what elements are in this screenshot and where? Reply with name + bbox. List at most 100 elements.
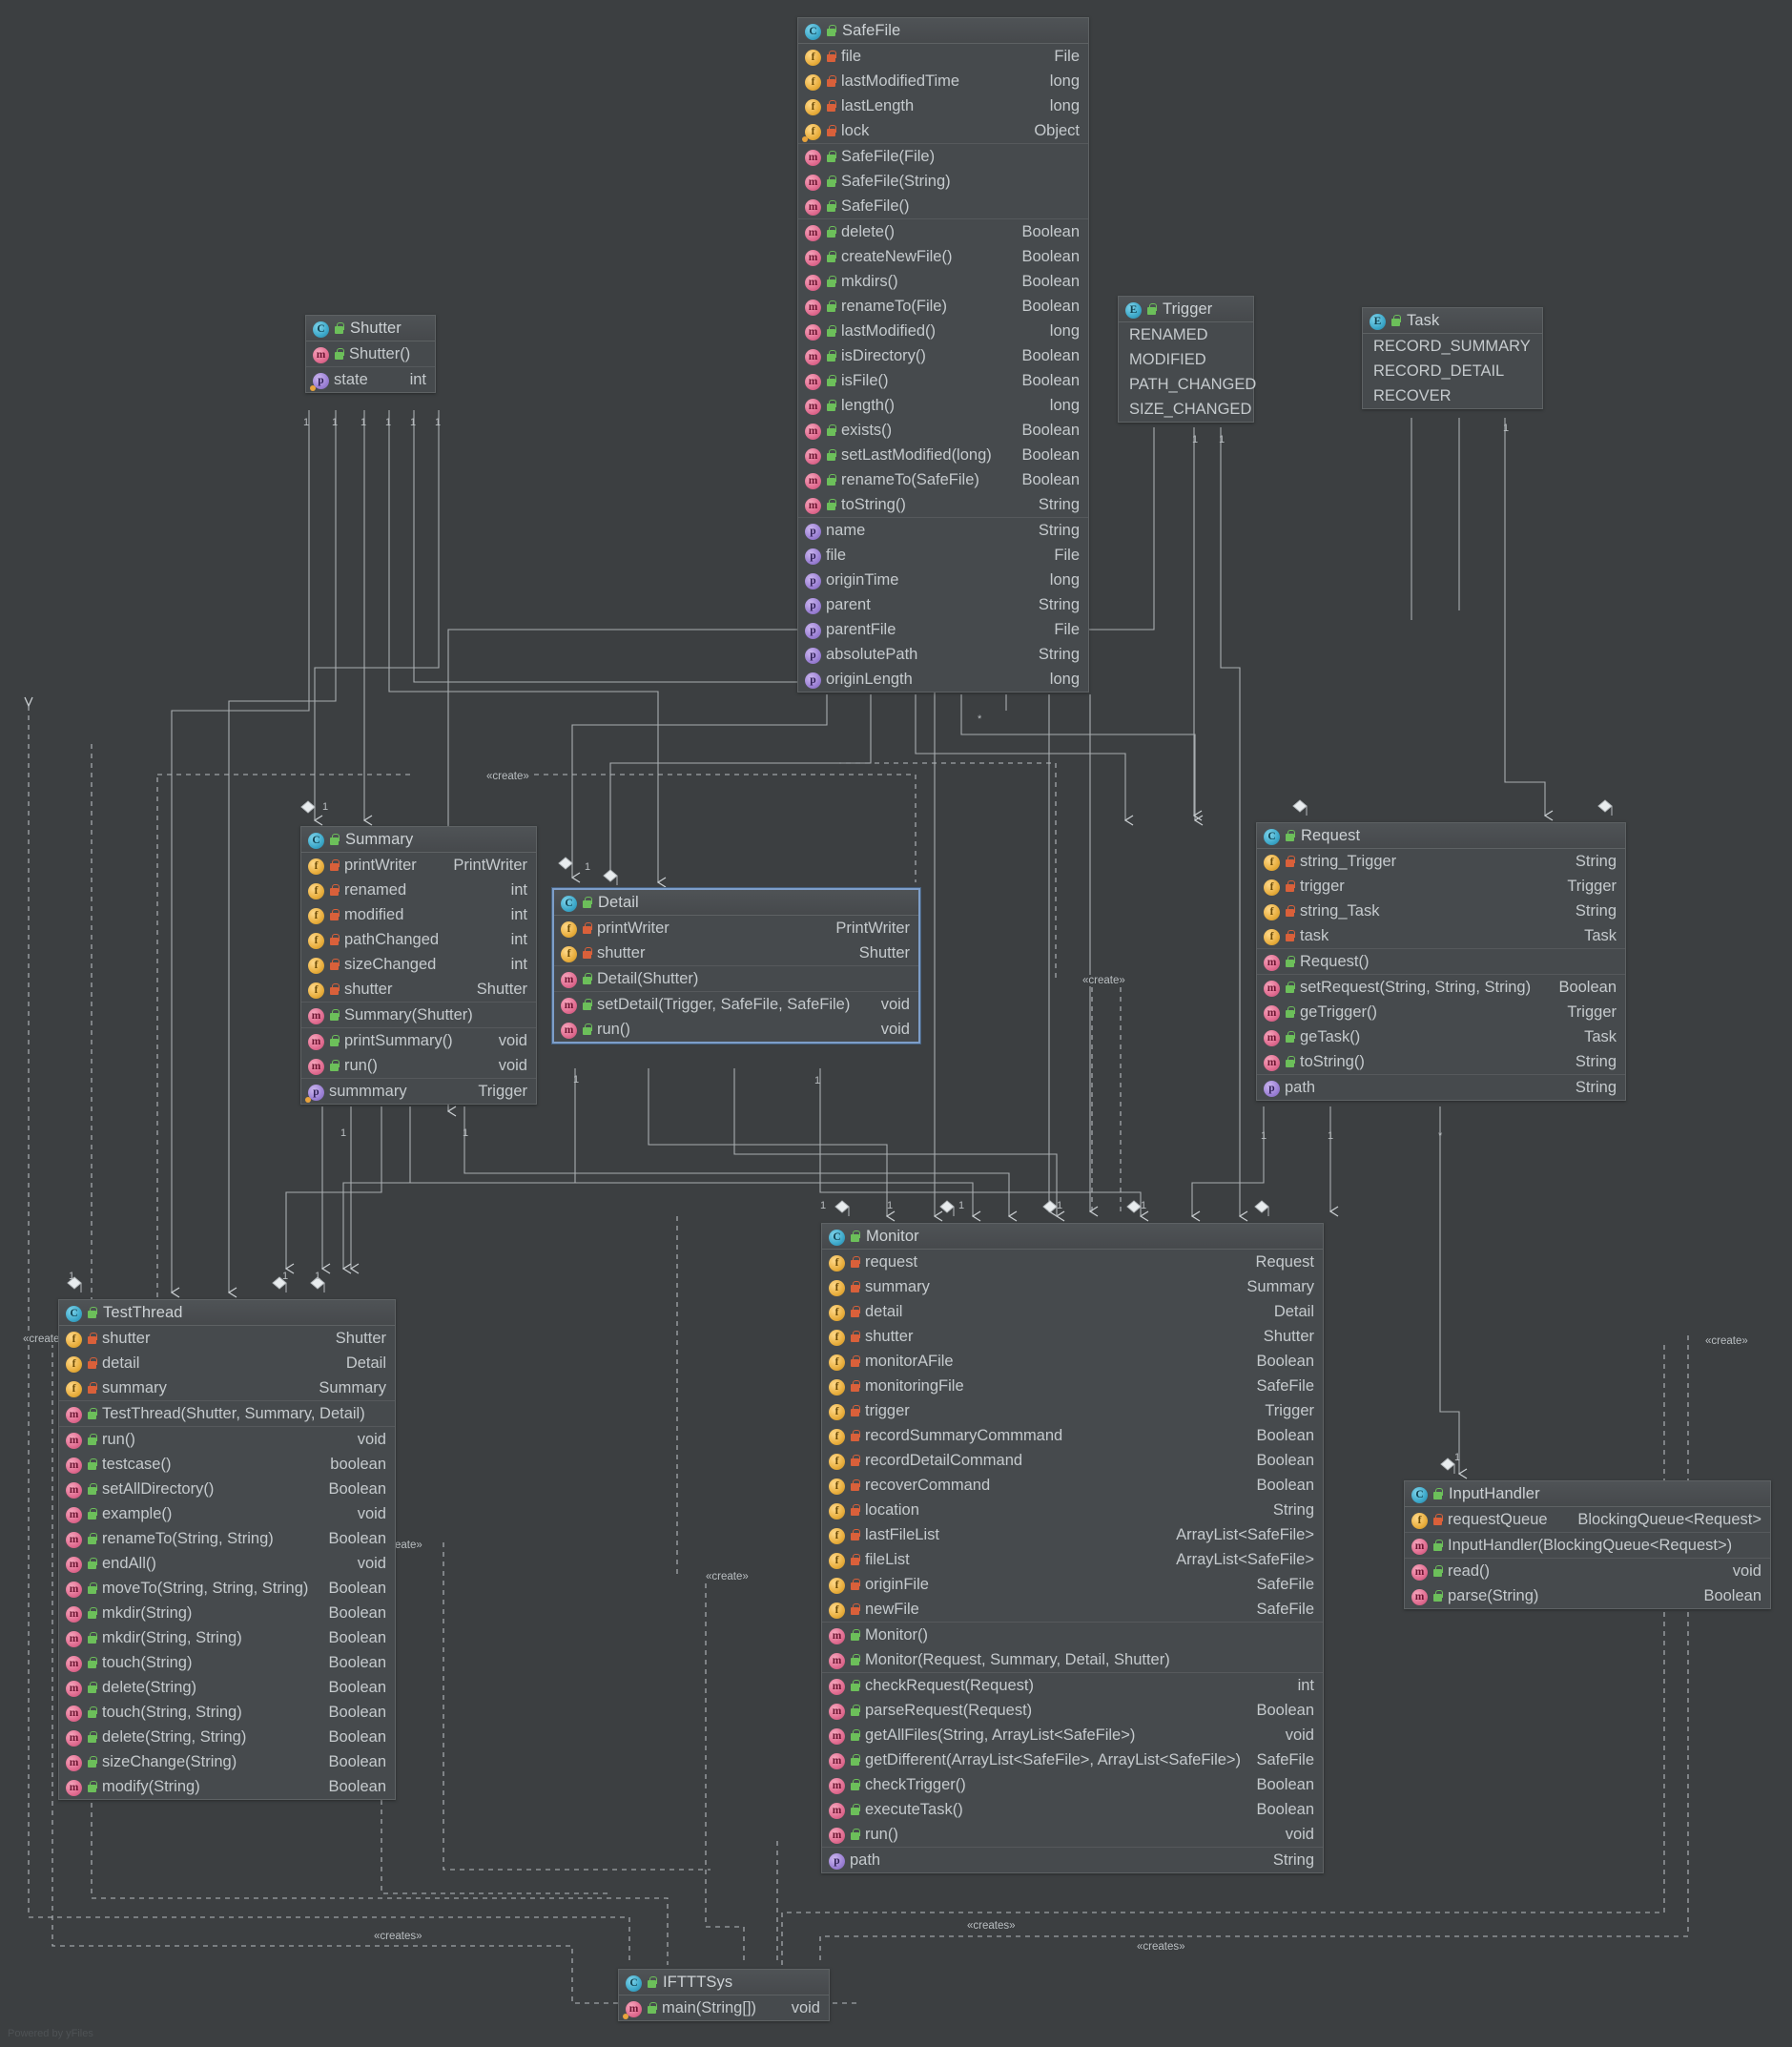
uml-class-header[interactable]: C Detail	[554, 890, 918, 916]
uml-member-row[interactable]: m parseRequest(Request) Boolean	[822, 1698, 1323, 1723]
uml-member-row[interactable]: f lastFileList ArrayList<SafeFile>	[822, 1522, 1323, 1547]
uml-member-row[interactable]: f modified int	[301, 902, 536, 927]
uml-member-row[interactable]: f shutter Shutter	[301, 977, 536, 1002]
uml-class-header[interactable]: C IFTTTSys	[619, 1970, 829, 1995]
uml-member-row[interactable]: p file File	[798, 543, 1088, 568]
uml-member-row[interactable]: m createNewFile() Boolean	[798, 244, 1088, 269]
uml-member-row[interactable]: m getAllFiles(String, ArrayList<SafeFile>…	[822, 1723, 1323, 1747]
uml-member-row[interactable]: m mkdir(String) Boolean	[59, 1601, 395, 1625]
uml-member-row[interactable]: m delete(String) Boolean	[59, 1675, 395, 1700]
uml-member-row[interactable]: m run() void	[554, 1017, 918, 1042]
uml-member-row[interactable]: m geTrigger() Trigger	[1257, 1000, 1625, 1024]
uml-member-row[interactable]: m sizeChange(String) Boolean	[59, 1749, 395, 1774]
uml-member-row[interactable]: m getDifferent(ArrayList<SafeFile>, Array…	[822, 1747, 1323, 1772]
uml-member-row[interactable]: m main(String[]) void	[619, 1995, 829, 2020]
uml-member-row[interactable]: f lastModifiedTime long	[798, 69, 1088, 93]
uml-member-row[interactable]: m setDetail(Trigger, SafeFile, SafeFile) v…	[554, 992, 918, 1017]
uml-member-row[interactable]: p parent String	[798, 592, 1088, 617]
uml-member-row[interactable]: f trigger Trigger	[1257, 874, 1625, 899]
uml-member-row[interactable]: RENAMED	[1119, 322, 1253, 347]
uml-class-safefile[interactable]: C SafeFile f file File f lastModifiedTime long f…	[797, 17, 1089, 693]
uml-member-row[interactable]: RECORD_SUMMARY	[1363, 334, 1542, 359]
uml-member-row[interactable]: p name String	[798, 518, 1088, 543]
uml-diagram-canvas[interactable]: Powered by yFiles C SafeFile f file File f las…	[0, 0, 1792, 2047]
uml-member-row[interactable]: m SafeFile(String)	[798, 169, 1088, 194]
uml-member-row[interactable]: f recordDetailCommand Boolean	[822, 1448, 1323, 1473]
uml-class-shutter[interactable]: C Shutter m Shutter() p state int	[305, 315, 436, 393]
uml-member-row[interactable]: m Detail(Shutter)	[554, 966, 918, 991]
uml-class-header[interactable]: C TestThread	[59, 1300, 395, 1326]
uml-member-row[interactable]: m setAllDirectory() Boolean	[59, 1477, 395, 1501]
uml-member-row[interactable]: m run() void	[301, 1053, 536, 1078]
uml-class-trigger[interactable]: E Trigger RENAMED MODIFIED PATH_CHANGED SIZE_…	[1118, 296, 1256, 423]
uml-member-row[interactable]: f requestQueue BlockingQueue<Request>	[1405, 1507, 1770, 1532]
uml-member-row[interactable]: m endAll() void	[59, 1551, 395, 1576]
uml-member-row[interactable]: f fileList ArrayList<SafeFile>	[822, 1547, 1323, 1572]
uml-member-row[interactable]: SIZE_CHANGED	[1119, 397, 1253, 422]
uml-class-task[interactable]: E Task RECORD_SUMMARY RECORD_DETAIL RECOVER	[1362, 307, 1543, 409]
uml-member-row[interactable]: m Monitor(Request, Summary, Detail, Shutt…	[822, 1647, 1323, 1672]
uml-member-row[interactable]: p summmary Trigger	[301, 1079, 536, 1104]
uml-class-summary[interactable]: C Summary f printWriter PrintWriter f renamed i…	[300, 826, 537, 1105]
uml-member-row[interactable]: p path String	[1257, 1075, 1625, 1100]
uml-member-row[interactable]: p state int	[306, 367, 435, 392]
uml-member-row[interactable]: m exists() Boolean	[798, 418, 1088, 443]
uml-member-row[interactable]: m Monitor()	[822, 1623, 1323, 1647]
uml-member-row[interactable]: f string_Task String	[1257, 899, 1625, 923]
uml-member-row[interactable]: m SafeFile(File)	[798, 144, 1088, 169]
uml-member-row[interactable]: m Summary(Shutter)	[301, 1003, 536, 1027]
uml-member-row[interactable]: p absolutePath String	[798, 642, 1088, 667]
uml-class-header[interactable]: C Shutter	[306, 316, 435, 341]
uml-member-row[interactable]: m mkdir(String, String) Boolean	[59, 1625, 395, 1650]
uml-class-request[interactable]: C Request f string_Trigger String f trigger Tri…	[1256, 822, 1626, 1101]
uml-class-header[interactable]: E Trigger	[1119, 297, 1253, 322]
uml-member-row[interactable]: f renamed int	[301, 878, 536, 902]
uml-member-row[interactable]: f request Request	[822, 1250, 1323, 1274]
uml-member-row[interactable]: m SafeFile()	[798, 194, 1088, 218]
uml-class-testthread[interactable]: C TestThread f shutter Shutter f detail Detail f…	[58, 1299, 396, 1800]
uml-member-row[interactable]: f trigger Trigger	[822, 1398, 1323, 1423]
uml-member-row[interactable]: m geTask() Task	[1257, 1024, 1625, 1049]
uml-member-row[interactable]: m testcase() boolean	[59, 1452, 395, 1477]
uml-member-row[interactable]: f shutter Shutter	[59, 1326, 395, 1351]
uml-member-row[interactable]: f monitoringFile SafeFile	[822, 1374, 1323, 1398]
uml-member-row[interactable]: f detail Detail	[822, 1299, 1323, 1324]
uml-member-row[interactable]: f printWriter PrintWriter	[554, 916, 918, 941]
uml-member-row[interactable]: m mkdirs() Boolean	[798, 269, 1088, 294]
uml-member-row[interactable]: m run() void	[59, 1427, 395, 1452]
uml-member-row[interactable]: m length() long	[798, 393, 1088, 418]
uml-class-header[interactable]: C Request	[1257, 823, 1625, 849]
uml-class-monitor[interactable]: C Monitor f request Request f summary Summary f d…	[821, 1223, 1324, 1873]
uml-member-row[interactable]: m lastModified() long	[798, 319, 1088, 343]
uml-member-row[interactable]: m isFile() Boolean	[798, 368, 1088, 393]
uml-member-row[interactable]: m executeTask() Boolean	[822, 1797, 1323, 1822]
uml-class-header[interactable]: C Monitor	[822, 1224, 1323, 1250]
uml-member-row[interactable]: m printSummary() void	[301, 1028, 536, 1053]
uml-member-row[interactable]: PATH_CHANGED	[1119, 372, 1256, 397]
uml-member-row[interactable]: f lock Object	[798, 118, 1088, 143]
uml-member-row[interactable]: m setRequest(String, String, String) Boole…	[1257, 975, 1625, 1000]
uml-member-row[interactable]: f summary Summary	[822, 1274, 1323, 1299]
uml-member-row[interactable]: MODIFIED	[1119, 347, 1253, 372]
uml-member-row[interactable]: p parentFile File	[798, 617, 1088, 642]
uml-member-row[interactable]: f pathChanged int	[301, 927, 536, 952]
uml-member-row[interactable]: f newFile SafeFile	[822, 1597, 1323, 1622]
uml-class-inputhandler[interactable]: C InputHandler f requestQueue BlockingQueue<…	[1404, 1480, 1771, 1609]
uml-member-row[interactable]: f printWriter PrintWriter	[301, 853, 536, 878]
uml-member-row[interactable]: m read() void	[1405, 1559, 1770, 1583]
uml-member-row[interactable]: f location String	[822, 1498, 1323, 1522]
uml-member-row[interactable]: f task Task	[1257, 923, 1625, 948]
uml-member-row[interactable]: m example() void	[59, 1501, 395, 1526]
uml-member-row[interactable]: f string_Trigger String	[1257, 849, 1625, 874]
uml-class-header[interactable]: C Summary	[301, 827, 536, 853]
uml-member-row[interactable]: m toString() String	[1257, 1049, 1625, 1074]
uml-member-row[interactable]: f originFile SafeFile	[822, 1572, 1323, 1597]
uml-member-row[interactable]: m toString() String	[798, 492, 1088, 517]
uml-member-row[interactable]: f file File	[798, 44, 1088, 69]
uml-class-detail[interactable]: C Detail f printWriter PrintWriter f shutter Sh…	[552, 888, 920, 1044]
uml-member-row[interactable]: m checkTrigger() Boolean	[822, 1772, 1323, 1797]
uml-member-row[interactable]: m moveTo(String, String, String) Boolean	[59, 1576, 395, 1601]
uml-member-row[interactable]: f shutter Shutter	[822, 1324, 1323, 1349]
uml-member-row[interactable]: f shutter Shutter	[554, 941, 918, 965]
uml-member-row[interactable]: p originLength long	[798, 667, 1088, 692]
